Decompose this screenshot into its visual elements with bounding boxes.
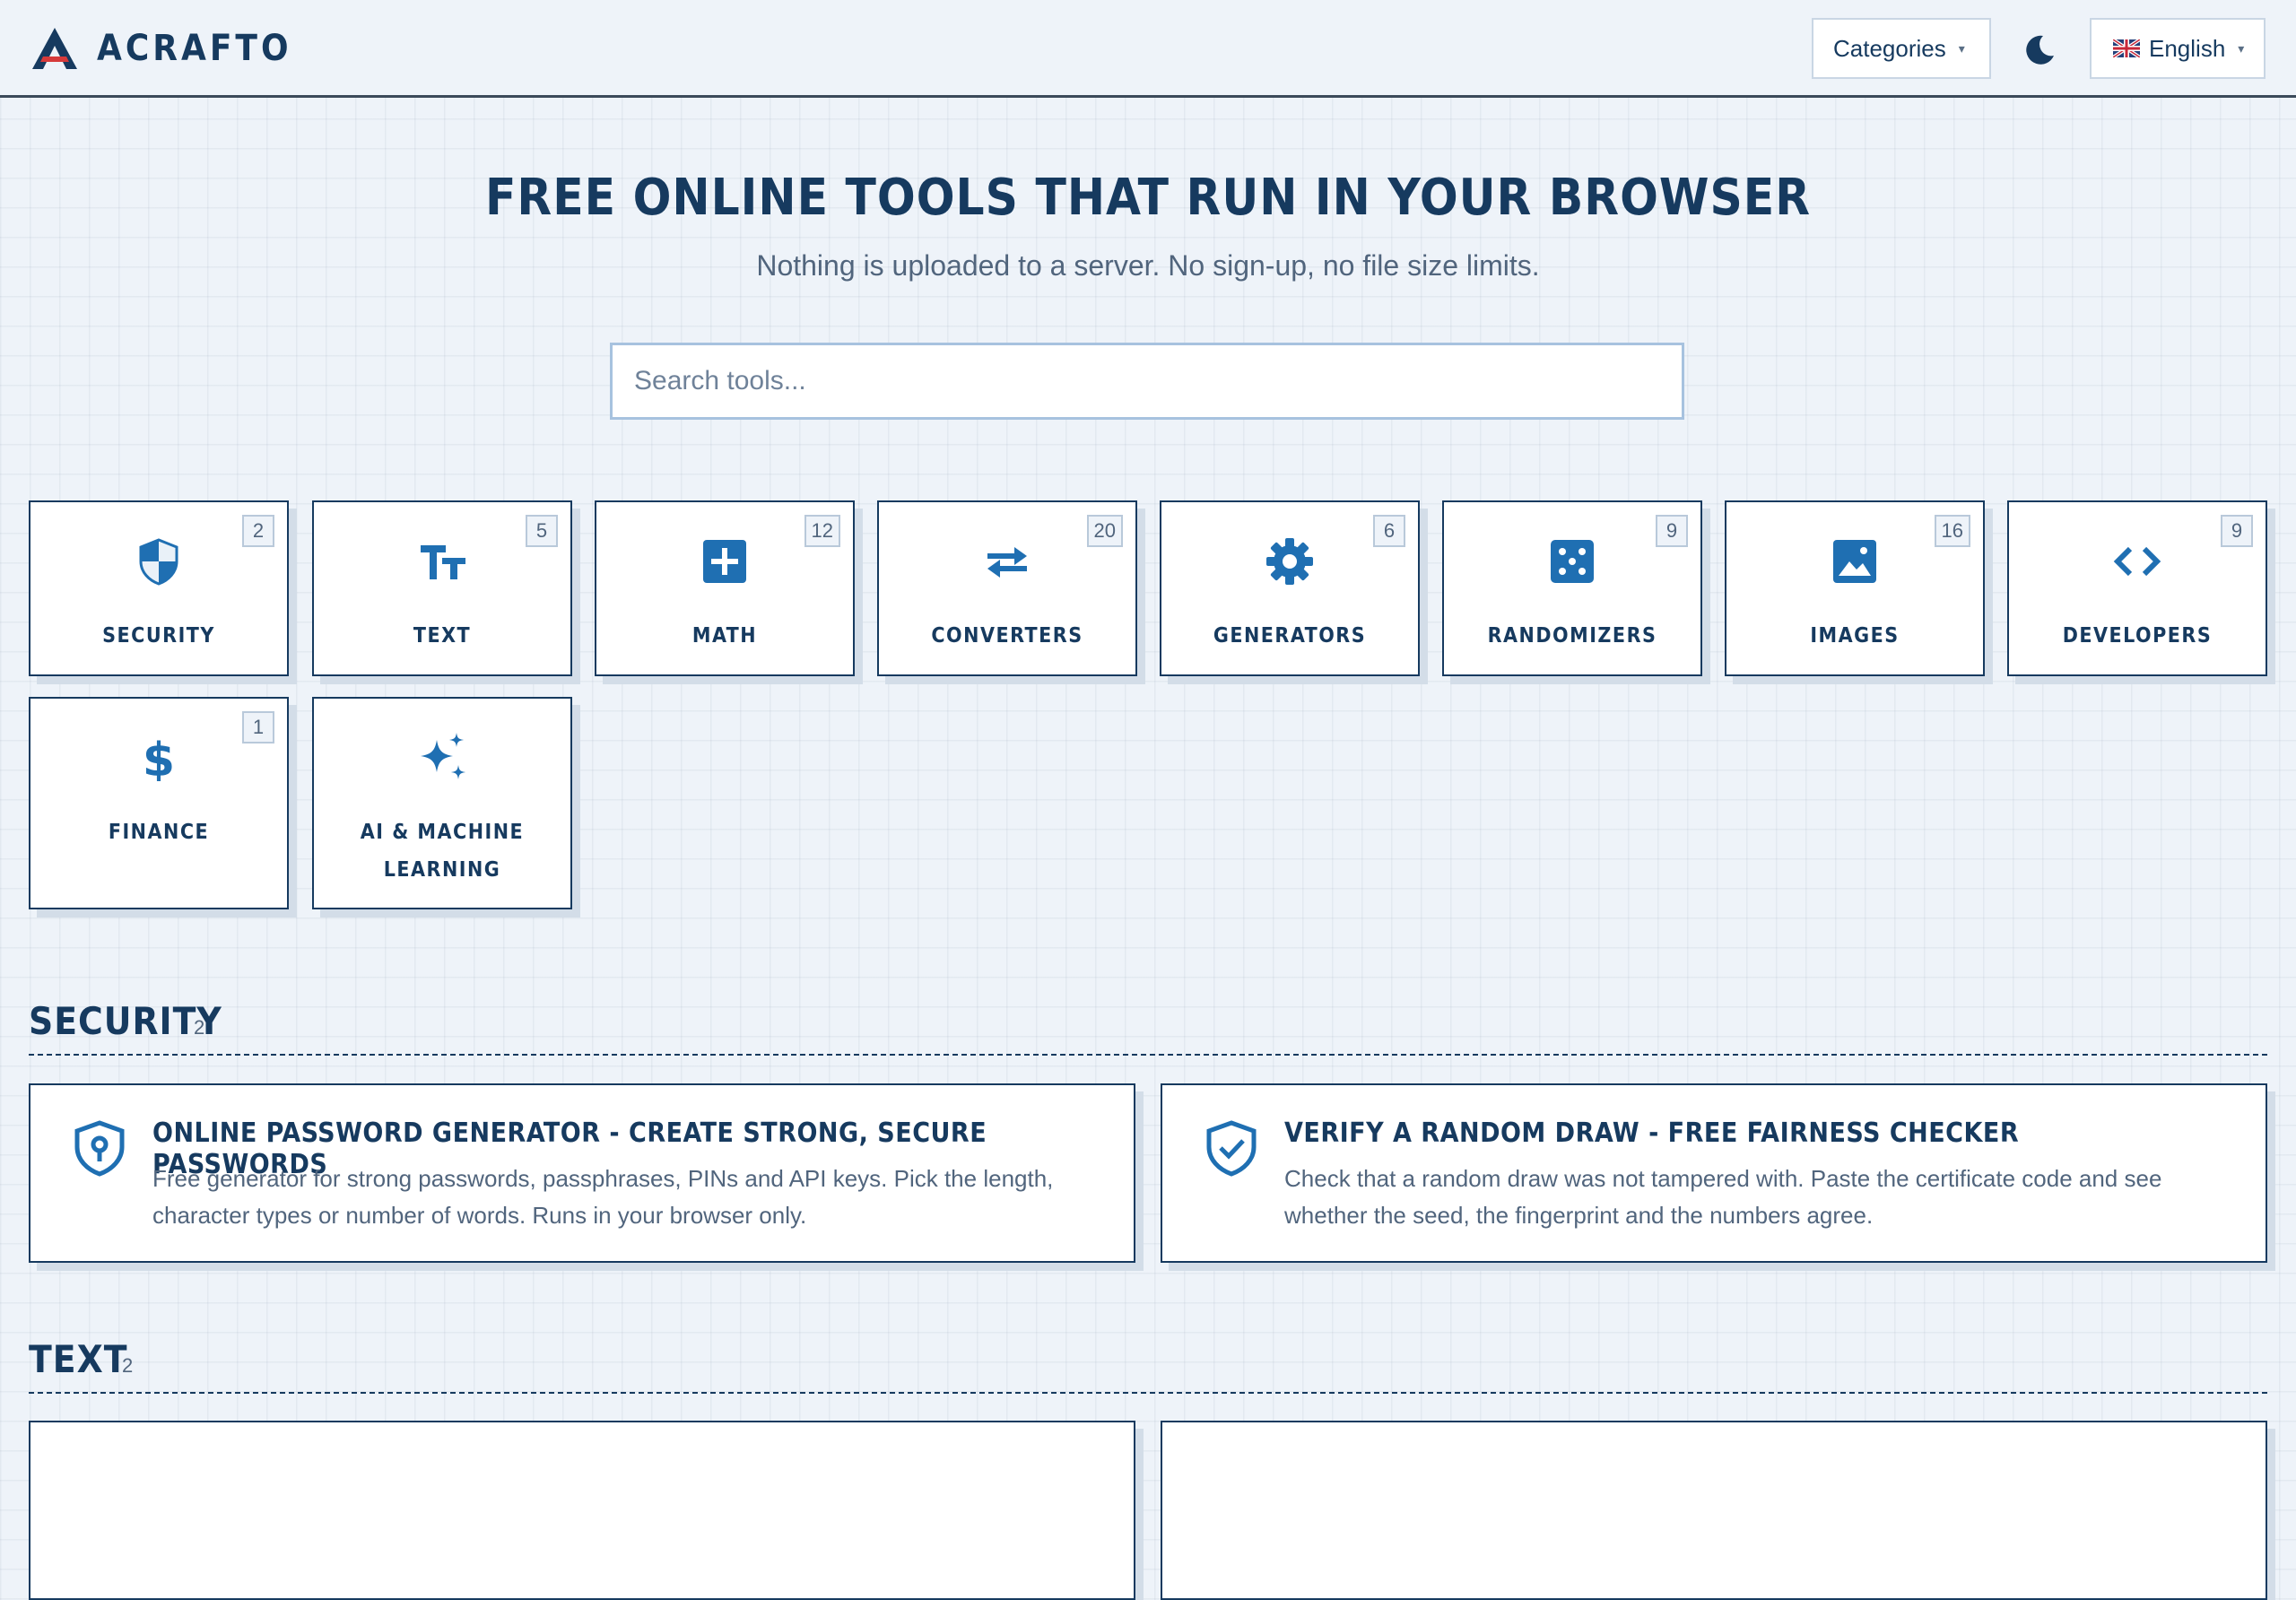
category-label: IMAGES: [1810, 624, 1900, 648]
plus-square-icon: [703, 540, 746, 583]
category-label: MATH: [691, 624, 758, 648]
shield-check-icon: [1206, 1120, 1257, 1177]
section-count: 2: [122, 1354, 134, 1377]
category-label: GENERATORS: [1213, 624, 1367, 648]
acrafto-logo-icon: [32, 28, 77, 69]
category-card-images[interactable]: 16 IMAGES: [1725, 500, 1985, 676]
moon-icon[interactable]: [2022, 32, 2057, 68]
text-size-icon: [421, 545, 465, 579]
page-title: FREE ONLINE TOOLS THAT RUN IN YOUR BROWS…: [484, 169, 1811, 227]
image-icon: [1833, 540, 1876, 583]
section-header-text: TEXT 2: [29, 1329, 2267, 1394]
page-subtitle: Nothing is uploaded to a server. No sign…: [756, 249, 1540, 282]
category-card-developers[interactable]: 9 DEVELOPERS: [2007, 500, 2267, 676]
category-label: AI & MACHINE LEARNING: [360, 821, 525, 882]
category-card-math[interactable]: 12 MATH: [595, 500, 855, 676]
brand-name: ACRAFTO: [97, 28, 292, 69]
top-bar: ACRAFTO Categories ▾ English ▾: [0, 0, 2296, 98]
dollar-icon: $: [143, 734, 175, 781]
category-label: CONVERTERS: [931, 624, 1083, 648]
svg-text:$: $: [143, 734, 175, 781]
tool-description: Check that a random draw was not tampere…: [1284, 1165, 2162, 1229]
category-label: TEXT: [413, 624, 472, 648]
language-label: English: [2149, 34, 2226, 62]
uk-flag-icon: [2113, 39, 2140, 57]
tool-card-verify-random-draw[interactable]: VERIFY A RANDOM DRAW - FREE FAIRNESS CHE…: [1161, 1083, 2267, 1263]
categories-label: Categories: [1833, 34, 1946, 62]
code-icon: [2113, 546, 2161, 577]
category-label: FINANCE: [108, 821, 210, 844]
language-dropdown[interactable]: English ▾: [2090, 18, 2266, 79]
category-card-finance[interactable]: 1 $ FINANCE: [29, 697, 289, 909]
shield-icon: [139, 538, 178, 586]
shield-keyhole-icon: [74, 1120, 125, 1177]
chevron-down-icon: ▾: [2238, 40, 2245, 56]
dice-icon: [1551, 540, 1594, 583]
category-card-ai-machine-learning[interactable]: AI & MACHINE LEARNING: [312, 697, 572, 909]
tool-card[interactable]: [1161, 1421, 2267, 1600]
section-title: TEXT: [29, 1337, 128, 1381]
tool-description: Free generator for strong passwords, pas…: [152, 1165, 1054, 1229]
search-input[interactable]: [610, 343, 1684, 420]
category-label: SECURITY: [102, 624, 215, 648]
category-card-text[interactable]: 5 TEXT: [312, 500, 572, 676]
category-card-converters[interactable]: 20 CONVERTERS: [877, 500, 1137, 676]
logo[interactable]: ACRAFTO: [30, 25, 292, 72]
category-card-security[interactable]: 2 SECURITY: [29, 500, 289, 676]
section-count: 2: [194, 1016, 205, 1039]
chevron-down-icon: ▾: [1958, 40, 1965, 56]
gear-icon: [1266, 538, 1313, 585]
sparkles-icon: [421, 733, 465, 779]
tool-card-password-generator[interactable]: ONLINE PASSWORD GENERATOR - CREATE STRON…: [29, 1083, 1135, 1263]
category-card-generators[interactable]: 6 GENERATORS: [1160, 500, 1420, 676]
arrows-swap-icon: [987, 547, 1027, 578]
category-label: DEVELOPERS: [2062, 624, 2213, 648]
section-header-security: SECURITY 2: [29, 991, 2267, 1056]
tool-card[interactable]: [29, 1421, 1135, 1600]
category-label: RANDOMIZERS: [1487, 624, 1657, 648]
categories-dropdown[interactable]: Categories ▾: [1812, 18, 1991, 79]
tool-title: VERIFY A RANDOM DRAW - FREE FAIRNESS CHE…: [1284, 1117, 2020, 1149]
category-card-randomizers[interactable]: 9 RANDOMIZERS: [1442, 500, 1702, 676]
